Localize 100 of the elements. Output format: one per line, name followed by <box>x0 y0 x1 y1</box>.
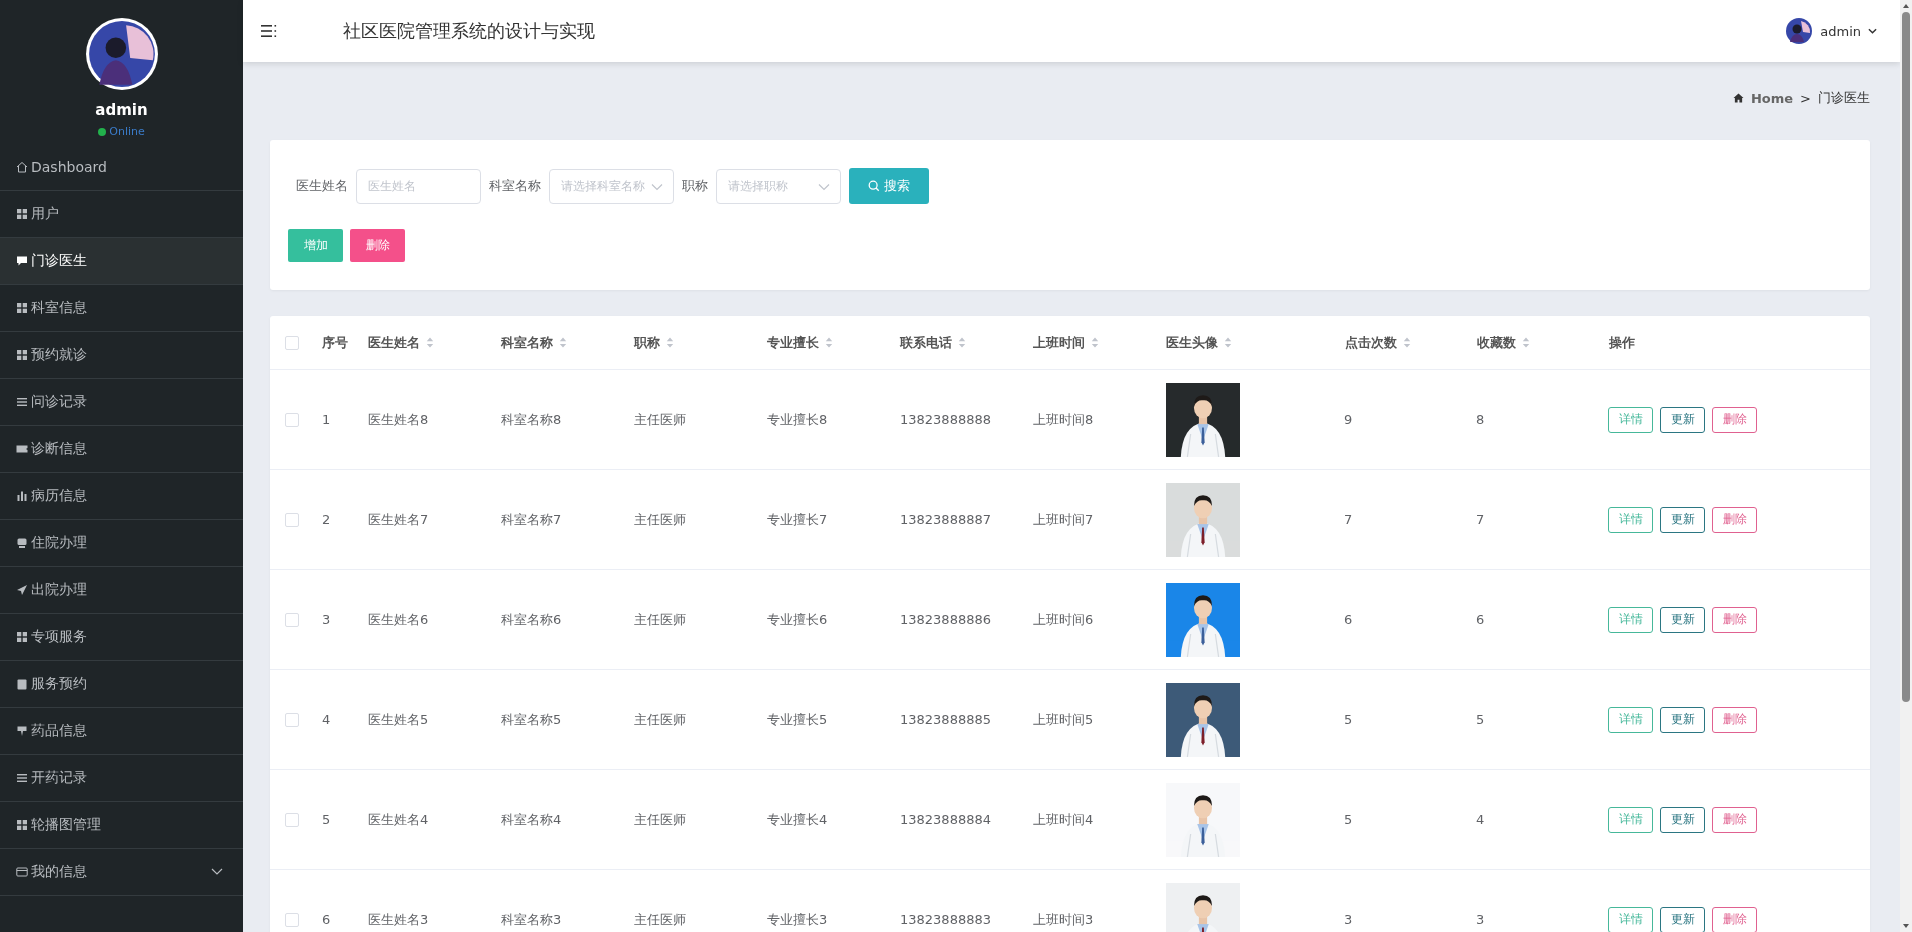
update-button[interactable]: 更新 <box>1660 706 1705 733</box>
checkbox[interactable] <box>285 912 299 927</box>
delete-button[interactable]: 删除 <box>1712 806 1757 833</box>
sort-icon[interactable] <box>426 337 434 348</box>
column-header[interactable]: 收藏数 <box>1477 333 1516 352</box>
select-field[interactable]: 请选择职称 <box>716 168 841 204</box>
checkbox[interactable] <box>285 612 299 627</box>
sidebar-item[interactable]: Dashboard <box>0 144 243 191</box>
checkbox[interactable] <box>285 335 299 350</box>
sidebar-item[interactable]: 服务预约 <box>0 661 243 708</box>
delete-button[interactable]: 删除 <box>1712 506 1757 533</box>
table-cell: 科室名称4 <box>501 810 562 829</box>
chevron-icon <box>818 182 830 191</box>
sort-icon[interactable] <box>1091 337 1099 348</box>
table-cell: 7 <box>1476 512 1485 527</box>
chevron-icon <box>651 182 663 191</box>
input-field[interactable]: 医生姓名 <box>356 168 481 204</box>
table-cell: 主任医师 <box>634 410 686 429</box>
grid-icon <box>16 819 28 831</box>
table-cell: 科室名称6 <box>501 610 562 629</box>
sort-icon[interactable] <box>1522 337 1530 348</box>
field-label: 医生姓名 <box>296 177 348 195</box>
sidebar-item[interactable]: 预约就诊 <box>0 332 243 379</box>
table-cell: 3 <box>322 612 331 627</box>
sidebar-item[interactable]: 问诊记录 <box>0 379 243 426</box>
table-cell: 13823888886 <box>900 612 991 627</box>
search-icon <box>868 180 880 192</box>
scroll-down-icon[interactable] <box>1902 923 1910 929</box>
scroll-up-icon[interactable] <box>1902 3 1910 9</box>
column-header[interactable]: 联系电话 <box>900 333 952 352</box>
sidebar-item[interactable]: 专项服务 <box>0 614 243 661</box>
sort-icon[interactable] <box>559 337 567 348</box>
avatar-icon <box>1786 18 1813 44</box>
sort-icon[interactable] <box>1403 337 1411 348</box>
menu-icon[interactable] <box>261 24 277 38</box>
online-status: Online <box>98 125 145 138</box>
update-button[interactable]: 更新 <box>1660 806 1705 833</box>
sidebar-item[interactable]: 出院办理 <box>0 567 243 614</box>
table-cell: 主任医师 <box>634 510 686 529</box>
sidebar-item[interactable]: 住院办理 <box>0 520 243 567</box>
sidebar-item[interactable]: 我的信息 <box>0 849 243 896</box>
column-header[interactable]: 医生姓名 <box>368 333 420 352</box>
sort-icon[interactable] <box>958 337 966 348</box>
column-header[interactable]: 专业擅长 <box>767 333 819 352</box>
table-cell: 6 <box>1476 612 1485 627</box>
sidebar-item[interactable]: 门诊医生 <box>0 238 243 285</box>
sidebar-item[interactable]: 药品信息 <box>0 708 243 755</box>
table-cell: 7 <box>1344 512 1353 527</box>
delete-button[interactable]: 删除 <box>1712 706 1757 733</box>
table-cell: 3 <box>1344 912 1353 927</box>
column-header[interactable]: 科室名称 <box>501 333 553 352</box>
table-cell: 4 <box>322 712 331 727</box>
table-cell: 科室名称5 <box>501 710 562 729</box>
column-header[interactable]: 点击次数 <box>1345 333 1397 352</box>
table-cell: 6 <box>322 912 331 927</box>
checkbox[interactable] <box>285 512 299 527</box>
table-cell: 上班时间4 <box>1033 810 1094 829</box>
table-cell: 6 <box>1344 612 1353 627</box>
delete-button[interactable]: 删除 <box>1712 906 1757 932</box>
sort-icon[interactable] <box>666 337 674 348</box>
sort-icon[interactable] <box>1224 337 1232 348</box>
sidebar-item[interactable]: 诊断信息 <box>0 426 243 473</box>
user-menu[interactable]: admin <box>1820 23 1861 39</box>
column-header[interactable]: 医生头像 <box>1166 333 1218 352</box>
column-header[interactable]: 职称 <box>634 333 660 352</box>
grid-icon <box>16 349 28 361</box>
checkbox[interactable] <box>285 812 299 827</box>
table-cell: 13823888888 <box>900 412 991 427</box>
select-field[interactable]: 请选择科室名称 <box>549 168 674 204</box>
checkbox[interactable] <box>285 712 299 727</box>
update-button[interactable]: 更新 <box>1660 906 1705 932</box>
sidebar-item[interactable]: 病历信息 <box>0 473 243 520</box>
grid-icon <box>16 208 28 220</box>
chat-icon <box>16 255 28 267</box>
column-header[interactable]: 上班时间 <box>1033 333 1085 352</box>
sidebar-item[interactable]: 科室信息 <box>0 285 243 332</box>
table-cell: 专业擅长3 <box>767 910 828 929</box>
list-icon <box>16 396 28 408</box>
sidebar-item[interactable]: 开药记录 <box>0 755 243 802</box>
table-cell: 9 <box>1344 412 1353 427</box>
chevron-icon <box>211 868 223 876</box>
delete-button[interactable]: 删除 <box>1712 606 1757 633</box>
update-button[interactable]: 更新 <box>1660 406 1705 433</box>
table-cell: 医生姓名4 <box>368 810 429 829</box>
delete-button[interactable]: 删除 <box>1712 406 1757 433</box>
table-cell: 医生姓名3 <box>368 910 429 929</box>
update-button[interactable]: 更新 <box>1660 506 1705 533</box>
table-cell: 主任医师 <box>634 610 686 629</box>
scrollbar[interactable] <box>1900 0 1912 932</box>
update-button[interactable]: 更新 <box>1660 606 1705 633</box>
sidebar-item[interactable]: 轮播图管理 <box>0 802 243 849</box>
ticket-icon <box>16 443 28 455</box>
avatar-icon <box>84 17 159 91</box>
app-title: 社区医院管理系统的设计与实现 <box>343 19 595 43</box>
checkbox[interactable] <box>285 412 299 427</box>
sort-icon[interactable] <box>825 337 833 348</box>
caret-icon <box>1868 28 1877 34</box>
breadcrumb-item[interactable]: Home <box>1750 90 1794 106</box>
table-cell: 2 <box>322 512 331 527</box>
table-cell: 上班时间7 <box>1033 510 1094 529</box>
